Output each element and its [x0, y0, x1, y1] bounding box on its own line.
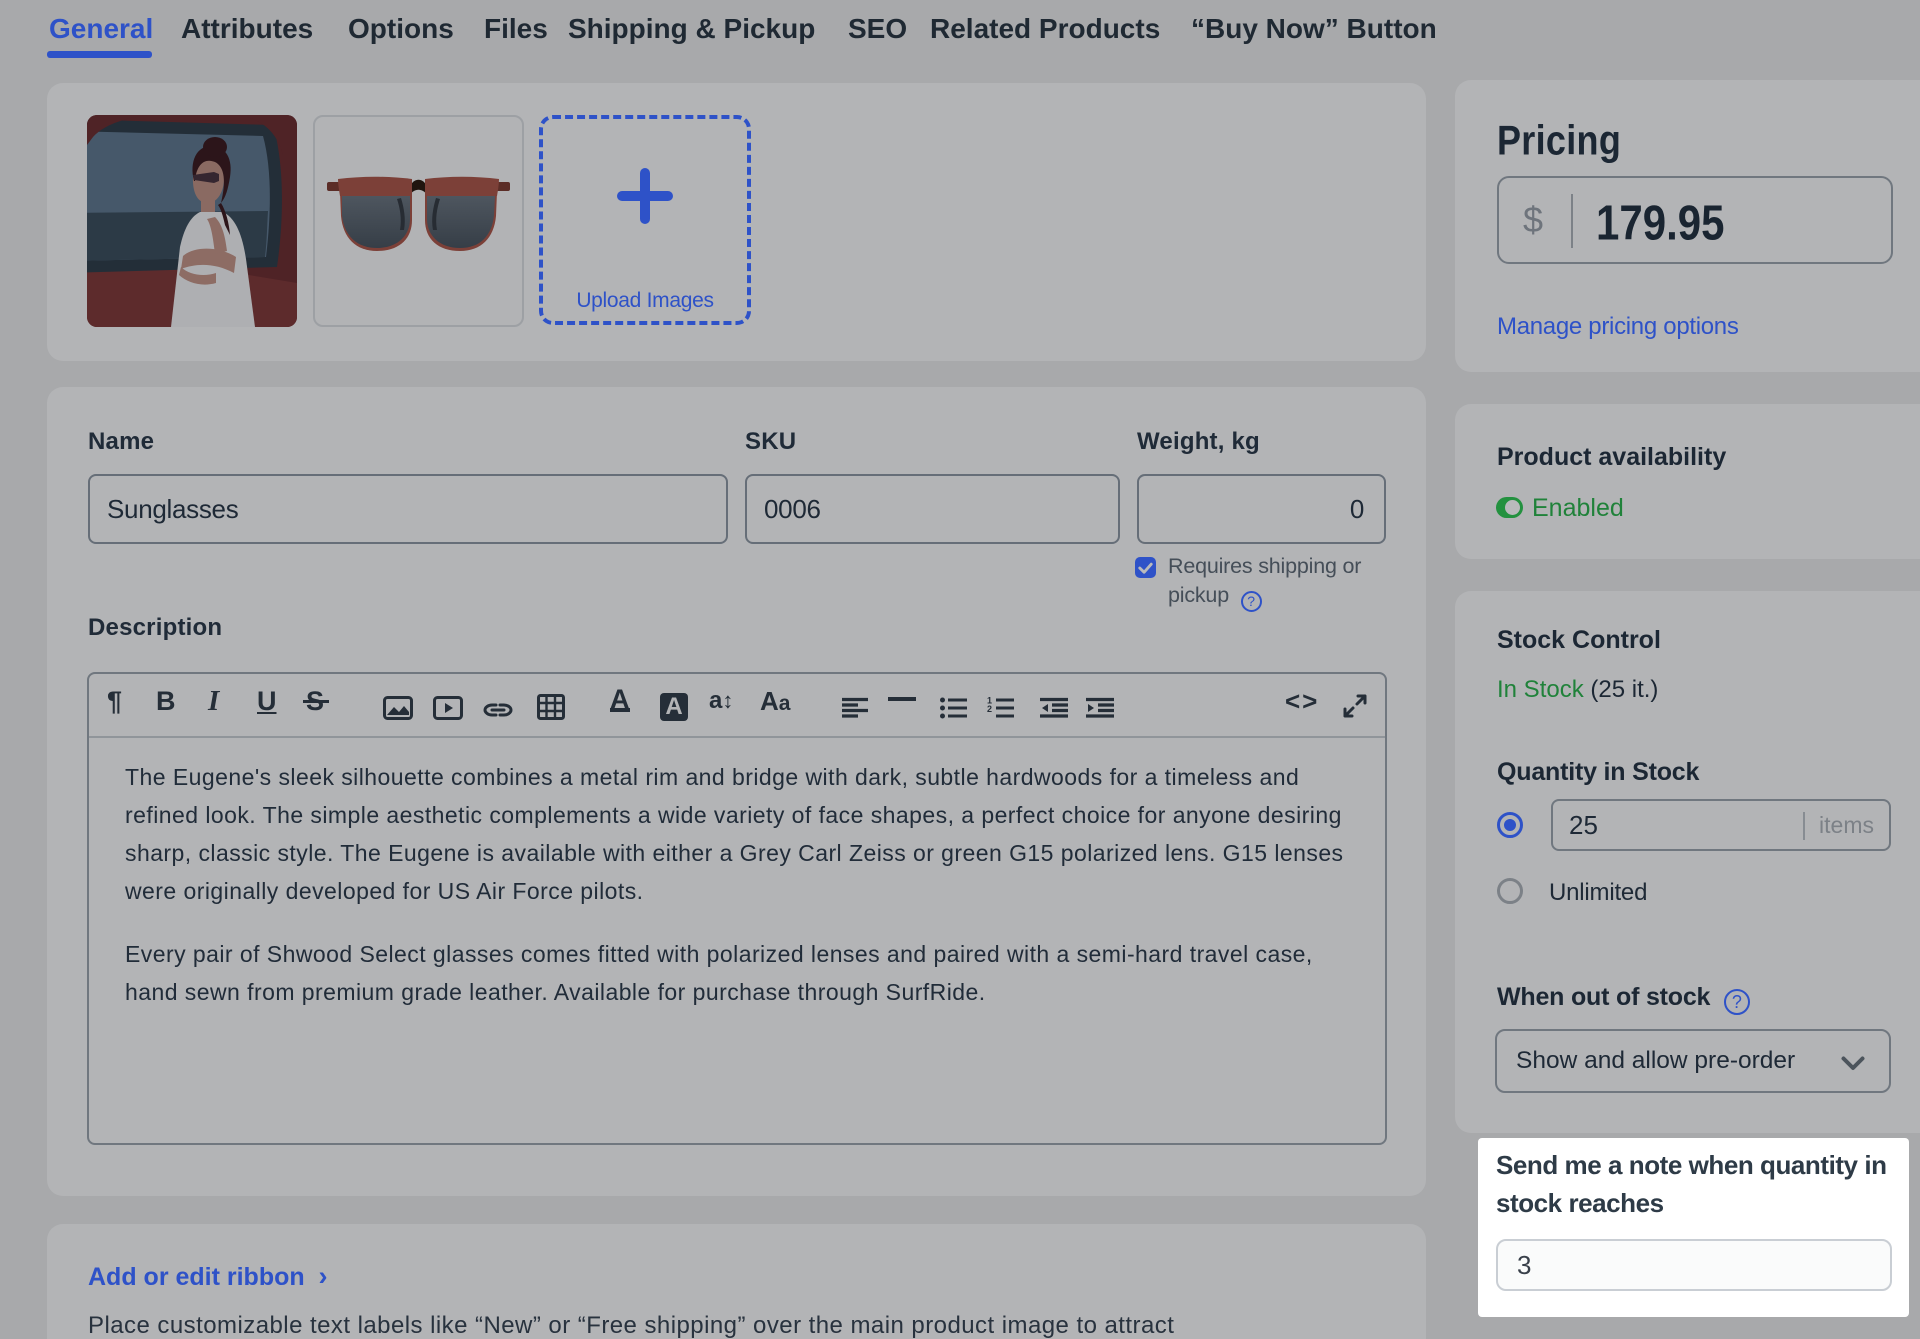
svg-text:2: 2: [987, 704, 992, 714]
